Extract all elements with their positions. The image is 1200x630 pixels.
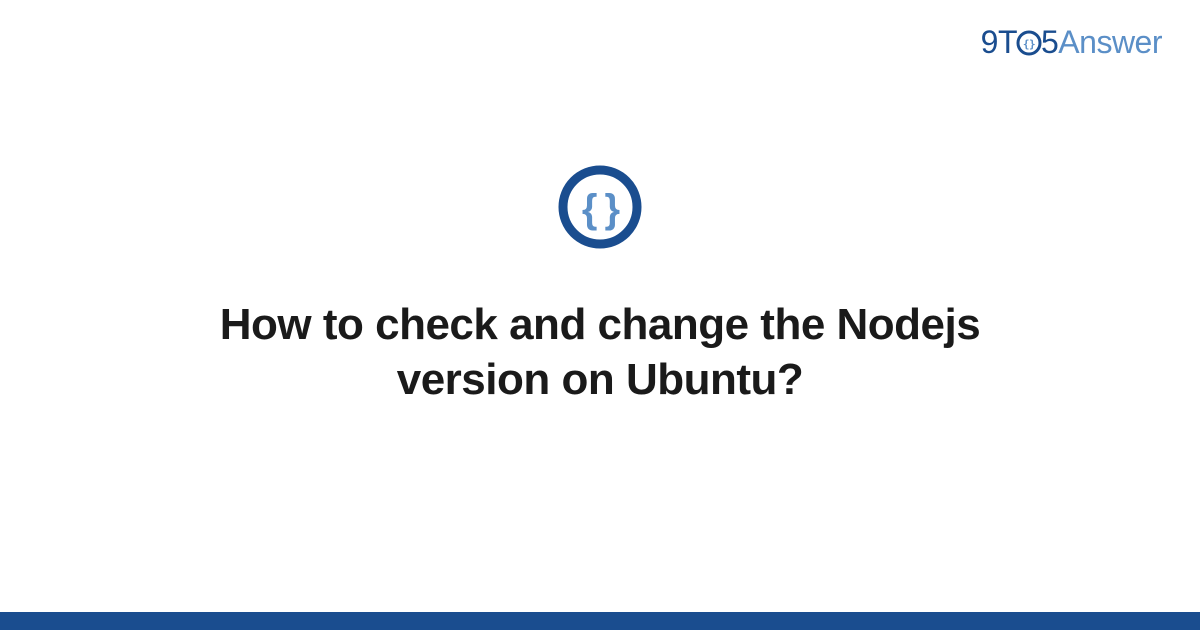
svg-text:{ }: { } [582, 187, 620, 231]
footer-bar [0, 612, 1200, 630]
question-title: How to check and change the Nodejs versi… [150, 297, 1050, 407]
main-content: { } How to check and change the Nodejs v… [0, 0, 1200, 630]
curly-braces-icon: { } [557, 164, 643, 255]
